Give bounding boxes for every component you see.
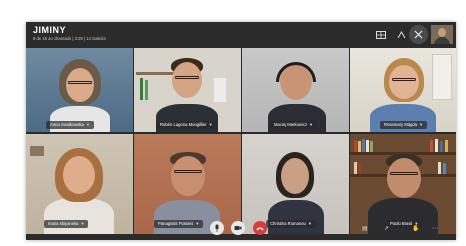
glasses [390, 172, 418, 175]
participant-tile[interactable]: maria sbiyaneka ▼ [26, 134, 133, 234]
share-screen-glyph [397, 31, 405, 39]
book [354, 140, 357, 152]
participant-tile[interactable]: Anna Sowikowska ▼ [26, 48, 133, 132]
participant-name-tag: Anna Sowikowska ▼ [46, 121, 94, 129]
share-screen-icon[interactable] [393, 27, 409, 43]
chevron-down-icon[interactable]: ▼ [308, 220, 312, 228]
book [440, 141, 443, 152]
participant-face [171, 156, 205, 196]
participant-name-tag: Christina Romanou ▼ [266, 220, 316, 228]
participant-body [44, 198, 114, 234]
chevron-down-icon[interactable]: ▼ [86, 121, 90, 129]
chevron-down-icon[interactable]: ▼ [419, 121, 423, 129]
participant-body [268, 200, 324, 234]
participant-tile[interactable]: Maciej Markowicz ▼ [242, 48, 349, 132]
participant-name: Paolo Brasii [390, 221, 413, 226]
end-call-glyph [256, 227, 264, 230]
top-bar: JIMINY 9 de 15 ao chamado | 3:29 | 14 Ga… [26, 22, 456, 48]
book [145, 80, 148, 100]
glasses [68, 81, 92, 84]
participant-tile[interactable]: Rubén Lagona Mongillier ▼ [134, 48, 241, 132]
self-view-head [438, 28, 446, 37]
add-participant-glyph [414, 30, 423, 39]
participant-face [172, 62, 202, 98]
bottom-bar [26, 234, 456, 240]
participant-face [389, 65, 419, 99]
glasses [175, 76, 199, 79]
self-view-thumbnail[interactable] [431, 25, 453, 44]
book [366, 140, 369, 152]
participant-face [66, 68, 94, 102]
participant-face [63, 156, 95, 194]
microphone-icon[interactable] [210, 221, 224, 235]
more-icon[interactable]: ⋯ [432, 225, 438, 232]
wall-frame [30, 146, 44, 156]
participant-name-tag: Rosemary Mágda ▼ [380, 121, 428, 129]
participant-face [281, 158, 309, 194]
raise-hand-icon[interactable]: ✋ [412, 225, 419, 232]
add-participant-icon[interactable] [409, 25, 428, 44]
meeting-title: JIMINY [33, 25, 67, 35]
glasses [392, 78, 416, 81]
end-call-icon[interactable] [253, 221, 267, 235]
book [438, 162, 441, 174]
participant-name: Rosemary Mágda [384, 122, 418, 127]
chevron-down-icon[interactable]: ▼ [209, 121, 213, 129]
participant-name: Panagiotis Posseis [158, 221, 194, 226]
participant-name: Anna Sowikowska [50, 122, 84, 127]
glasses [174, 170, 202, 173]
book [445, 140, 448, 152]
book [354, 162, 357, 174]
participant-name: Rubén Lagona Mongillier [160, 122, 207, 127]
chevron-down-icon[interactable]: ▼ [81, 220, 85, 228]
book [214, 78, 226, 102]
participant-body [368, 198, 438, 234]
self-view-body [434, 37, 450, 44]
chat-icon[interactable]: ▤ [362, 225, 368, 232]
book [362, 139, 365, 152]
chevron-down-icon[interactable]: ▼ [195, 220, 199, 228]
microphone-glyph [215, 224, 219, 232]
grid-view-glyph [376, 31, 386, 39]
book [435, 139, 438, 152]
participant-name: Christina Romanou [270, 221, 306, 226]
share-icon[interactable]: ↗ [384, 225, 389, 232]
participant-tile[interactable]: Christina Romanou ▼ [242, 134, 349, 234]
participant-grid: Anna Sowikowska ▼ Rubén Lagona Mongillie… [26, 48, 456, 234]
participant-face [387, 158, 421, 198]
book [443, 163, 446, 174]
grid-view-icon[interactable] [373, 27, 389, 43]
video-call-window: JIMINY 9 de 15 ao chamado | 3:29 | 14 Ga… [26, 22, 456, 240]
participant-name-tag: Panagiotis Posseis ▼ [154, 220, 204, 228]
chevron-down-icon[interactable]: ▼ [309, 121, 313, 129]
camera-icon[interactable] [231, 221, 245, 235]
bookshelf [136, 72, 176, 75]
window [432, 54, 452, 100]
book [140, 78, 143, 100]
book [358, 141, 361, 152]
camera-glyph [234, 226, 242, 230]
participant-name-tag: maria sbiyaneka ▼ [44, 220, 89, 228]
book [358, 163, 361, 174]
participant-tile[interactable]: Paolo Brasii ▼ [350, 134, 456, 234]
participant-name: Maciej Markowicz [274, 122, 308, 127]
participant-tile[interactable]: Rosemary Mágda ▼ [350, 48, 456, 132]
book [370, 141, 373, 152]
meeting-subtitle: 9 de 15 ao chamado | 3:29 | 14 Galería [33, 36, 106, 41]
participant-name: maria sbiyaneka [48, 221, 79, 226]
book [430, 140, 433, 152]
participant-tile[interactable]: Panagiotis Posseis ▼ [134, 134, 241, 234]
participant-name-tag: Rubén Lagona Mongillier ▼ [156, 121, 217, 129]
participant-name-tag: Maciej Markowicz ▼ [270, 121, 318, 129]
